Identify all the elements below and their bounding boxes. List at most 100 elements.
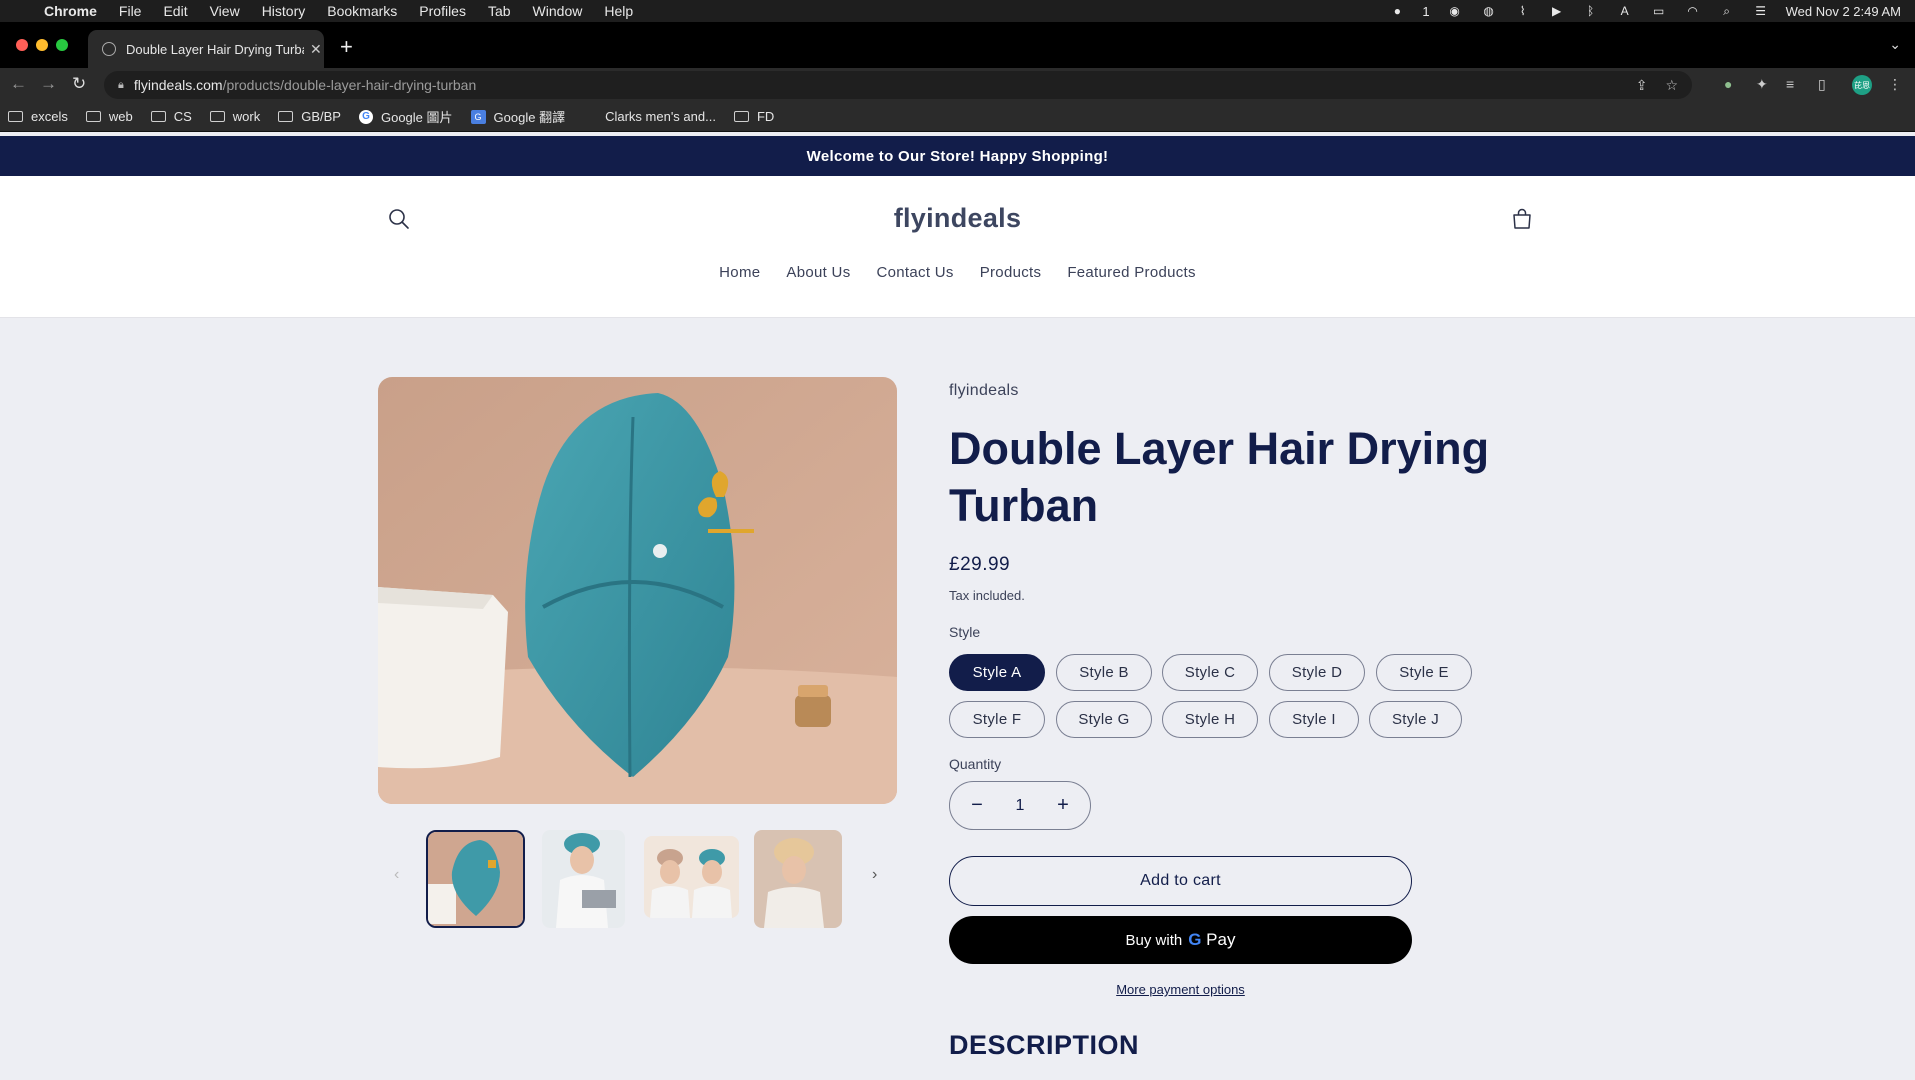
cart-icon[interactable] (1510, 207, 1534, 231)
product-price: £29.99 (949, 554, 1011, 575)
style-option-d[interactable]: Style D (1269, 654, 1365, 691)
airplay-icon[interactable]: ⌇ (1514, 4, 1532, 18)
wifi-icon[interactable]: ◠ (1684, 4, 1702, 18)
style-option-c[interactable]: Style C (1162, 654, 1258, 691)
reload-button[interactable]: ↻ (72, 74, 86, 94)
style-label: Style (949, 624, 981, 640)
style-option-i[interactable]: Style I (1269, 701, 1359, 738)
play-icon[interactable]: ▶ (1548, 4, 1566, 18)
store-header: flyindeals Home About Us Contact Us Prod… (0, 176, 1915, 318)
nav-featured-products[interactable]: Featured Products (1067, 264, 1196, 281)
globe-icon (102, 42, 116, 56)
add-to-cart-button[interactable]: Add to cart (949, 856, 1412, 906)
bookmark-label: Google 翻譯 (493, 110, 566, 125)
tab-strip: Double Layer Hair Drying Turban ✕ + ⌄ (0, 22, 1915, 68)
style-option-g[interactable]: Style G (1056, 701, 1152, 738)
style-option-h[interactable]: Style H (1162, 701, 1258, 738)
close-tab-icon[interactable]: ✕ (310, 41, 322, 58)
style-option-f[interactable]: Style F (949, 701, 1045, 738)
bookmark-label: Google 圖片 (380, 110, 453, 125)
folder-icon (278, 111, 294, 122)
increase-quantity-button[interactable]: + (1054, 794, 1072, 817)
extension-circle-icon[interactable]: ● (1724, 76, 1732, 92)
style-option-a[interactable]: Style A (949, 654, 1045, 691)
bookmark-label: work (232, 109, 261, 124)
bookmark-clarks[interactable]: Clarks men's and... (583, 109, 716, 124)
bookmark-label: Clarks men's and... (605, 109, 716, 124)
clock[interactable]: Wed Nov 2 2:49 AM (1786, 4, 1901, 19)
forward-button[interactable]: → (40, 74, 57, 94)
buy-with-gpay-button[interactable]: Buy with G Pay (949, 916, 1412, 964)
close-window-button[interactable] (16, 39, 28, 51)
bookmark-star-icon[interactable]: ☆ (1665, 77, 1678, 94)
decrease-quantity-button[interactable]: − (968, 794, 986, 817)
chrome-menu-icon[interactable]: ⋮ (1888, 76, 1902, 93)
quantity-stepper: − 1 + (949, 781, 1091, 830)
bookmark-web[interactable]: web (85, 109, 133, 124)
thumbnail-3[interactable] (644, 836, 739, 918)
thumbnail-2[interactable] (542, 830, 625, 928)
style-option-b[interactable]: Style B (1056, 654, 1152, 691)
thumbnail-4[interactable] (754, 830, 842, 928)
product-main-image[interactable] (378, 377, 897, 804)
nav-products[interactable]: Products (980, 264, 1042, 281)
browser-toolbar: ← → ↻ 🔒︎ flyindeals.com/products/double-… (0, 68, 1915, 102)
wechat-icon[interactable]: ● (1388, 4, 1406, 18)
nav-home[interactable]: Home (719, 264, 760, 281)
style-option-j[interactable]: Style J (1369, 701, 1462, 738)
menu-app-name[interactable]: Chrome (44, 3, 97, 19)
quantity-input[interactable]: 1 (1016, 797, 1025, 815)
menu-file[interactable]: File (119, 3, 142, 19)
reading-list-icon[interactable]: ≡ (1786, 76, 1794, 92)
status-app-icon[interactable]: ◉ (1446, 4, 1464, 18)
browser-tab[interactable]: Double Layer Hair Drying Turban ✕ (88, 30, 324, 68)
address-bar[interactable]: 🔒︎ flyindeals.com/products/double-layer-… (104, 71, 1692, 99)
site-icon (583, 110, 597, 124)
minimize-window-button[interactable] (36, 39, 48, 51)
lock-icon[interactable]: 🔒︎ (118, 79, 124, 92)
bookmark-label: GB/BP (301, 109, 341, 124)
menu-history[interactable]: History (262, 3, 306, 19)
input-source-icon[interactable]: A (1616, 4, 1634, 18)
bookmark-gb-bp[interactable]: GB/BP (278, 109, 341, 124)
share-icon[interactable]: ⇪ (1636, 77, 1648, 94)
back-button[interactable]: ← (10, 74, 27, 94)
bluetooth-icon[interactable]: ᛒ (1582, 4, 1600, 18)
menu-profiles[interactable]: Profiles (419, 3, 466, 19)
nav-contact-us[interactable]: Contact Us (877, 264, 954, 281)
thumbnail-1[interactable] (426, 830, 525, 928)
bookmark-cs[interactable]: CS (150, 109, 192, 124)
bookmarks-bar: excels web CS work GB/BP G Google 圖片 G Goo… (0, 102, 1915, 132)
folder-icon (85, 111, 101, 122)
side-panel-icon[interactable]: ▯ (1818, 76, 1826, 93)
menu-help[interactable]: Help (604, 3, 633, 19)
nav-about-us[interactable]: About Us (786, 264, 850, 281)
bookmark-work[interactable]: work (209, 109, 261, 124)
line-icon[interactable]: ◍ (1480, 4, 1498, 18)
zoom-window-button[interactable] (56, 39, 68, 51)
bookmark-excels[interactable]: excels (8, 109, 68, 124)
menu-view[interactable]: View (210, 3, 240, 19)
bookmark-google-translate[interactable]: G Google 翻譯 (470, 107, 566, 126)
more-payment-options-link[interactable]: More payment options (949, 982, 1412, 997)
os-menu-bar: Chrome File Edit View History Bookmarks … (0, 0, 1915, 22)
profile-avatar[interactable]: 芘恩 (1852, 75, 1872, 95)
store-logo[interactable]: flyindeals (0, 203, 1915, 234)
battery-icon[interactable]: ▭ (1650, 4, 1668, 18)
menu-bookmarks[interactable]: Bookmarks (327, 3, 397, 19)
menu-window[interactable]: Window (533, 3, 583, 19)
tab-search-chevron-icon[interactable]: ⌄ (1889, 36, 1901, 53)
product-vendor: flyindeals (949, 382, 1019, 399)
control-center-icon[interactable]: ☰ (1752, 4, 1770, 18)
quantity-label: Quantity (949, 756, 1002, 772)
thumb-next-icon[interactable]: › (872, 866, 877, 884)
menu-edit[interactable]: Edit (163, 3, 187, 19)
menu-tab[interactable]: Tab (488, 3, 511, 19)
bookmark-fd[interactable]: FD (733, 109, 774, 124)
spotlight-icon[interactable]: ⌕ (1718, 4, 1736, 18)
extensions-puzzle-icon[interactable]: ✦ (1756, 76, 1768, 93)
bookmark-google-images[interactable]: G Google 圖片 (358, 107, 453, 126)
new-tab-button[interactable]: + (340, 34, 353, 60)
style-option-e[interactable]: Style E (1376, 654, 1472, 691)
thumb-prev-icon[interactable]: ‹ (394, 866, 399, 884)
